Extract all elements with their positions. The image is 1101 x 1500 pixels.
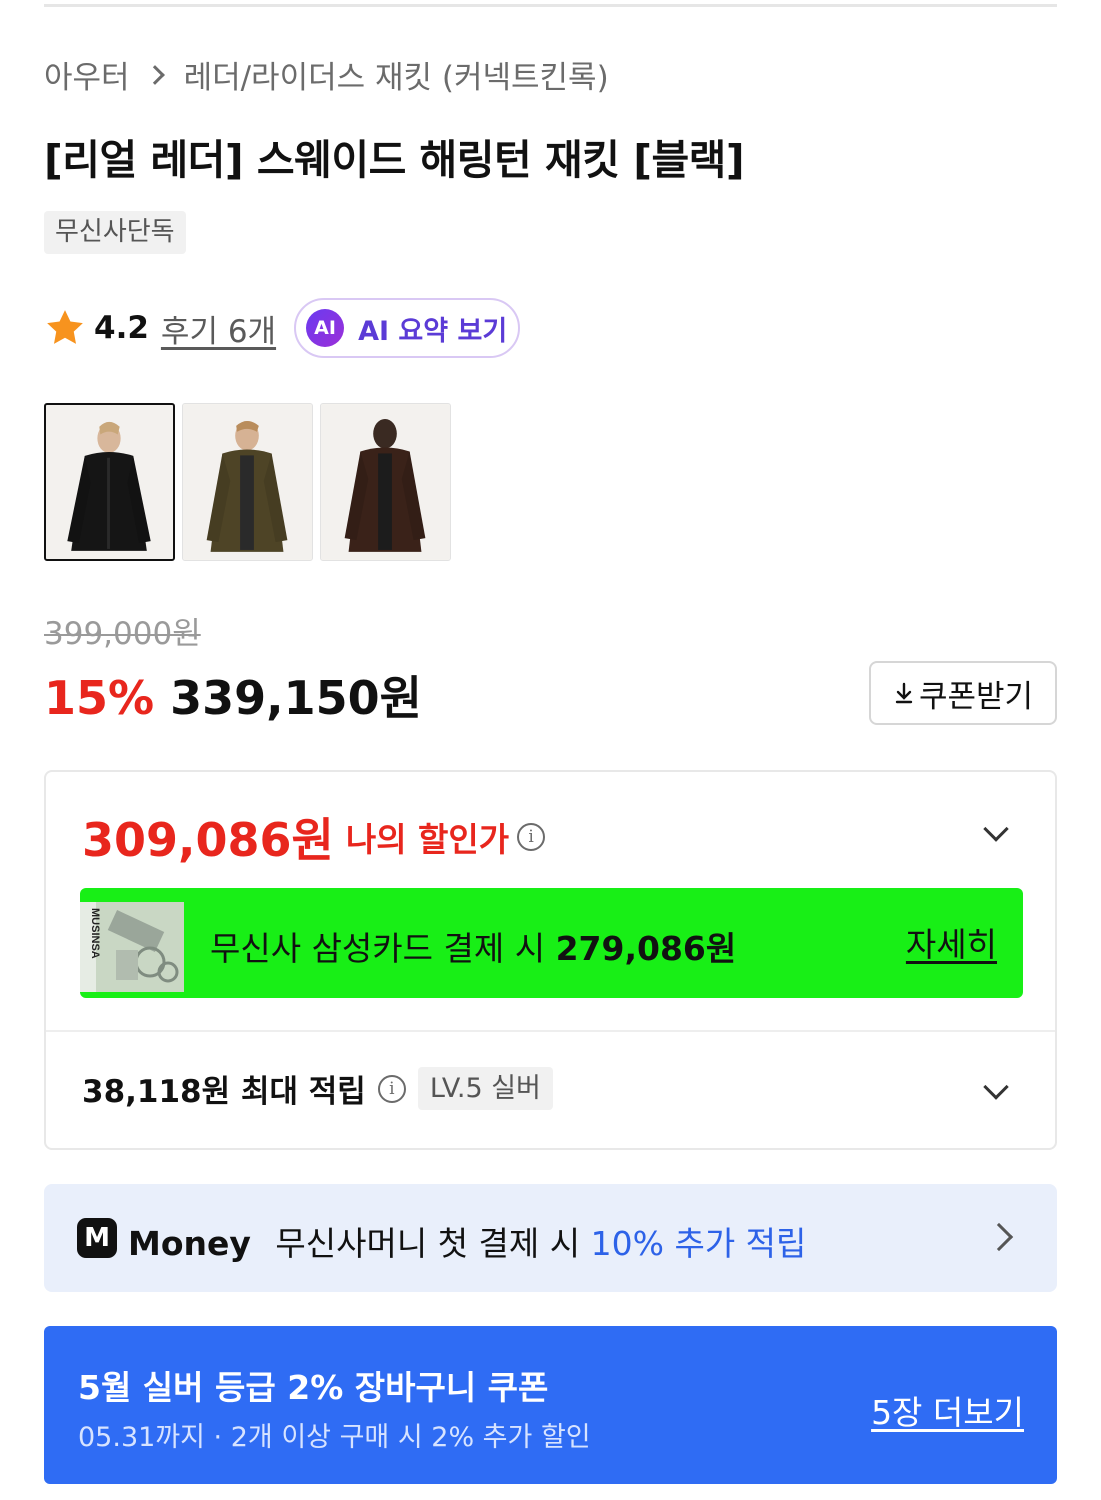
card-divider bbox=[46, 1030, 1055, 1032]
top-divider bbox=[44, 4, 1057, 7]
samsung-detail-link[interactable]: 자세히 bbox=[906, 918, 997, 966]
product-image-brown bbox=[321, 404, 450, 560]
chevron-right-icon bbox=[144, 64, 165, 85]
thumbnail-olive[interactable] bbox=[182, 403, 313, 561]
product-image-black bbox=[46, 405, 173, 559]
money-banner-text: Money 무신사머니 첫 결제 시 10% 추가 적립 bbox=[128, 1217, 806, 1265]
my-price-label: 나의 할인가 bbox=[345, 820, 510, 859]
samsung-card-price: 279,086원 bbox=[555, 929, 737, 968]
grade-coupon-title: 5월 실버 등급 2% 장바구니 쿠폰 bbox=[78, 1368, 549, 1407]
samsung-card-label: 무신사 삼성카드 결제 시 bbox=[210, 929, 546, 968]
money-logo-icon: M bbox=[77, 1218, 117, 1258]
points-chevron-down-icon[interactable] bbox=[983, 1074, 1009, 1100]
ai-badge-icon: AI bbox=[306, 309, 345, 347]
musinsa-card-image: MUSINSA bbox=[80, 902, 184, 992]
discount-rate: 15% bbox=[44, 671, 155, 725]
coupon-download-label: 쿠폰받기 bbox=[918, 678, 1034, 715]
sale-price-row: 15% 339,150원 bbox=[44, 662, 422, 728]
samsung-card-banner[interactable]: MUSINSA 무신사 삼성카드 결제 시 279,086원 자세히 bbox=[80, 888, 1023, 998]
breadcrumb-category[interactable]: 아우터 bbox=[44, 52, 130, 97]
thumbnail-brown[interactable] bbox=[320, 403, 451, 561]
reviews-link[interactable]: 후기 6개 bbox=[161, 306, 276, 351]
points-info-icon[interactable]: i bbox=[377, 1074, 406, 1103]
breadcrumb-subcategory[interactable]: 레더/라이더스 재킷 (커넥트킨록) bbox=[184, 52, 609, 97]
product-title: [리얼 레더] 스웨이드 해링턴 재킷 [블랙] bbox=[44, 136, 745, 184]
sale-price: 339,150원 bbox=[170, 671, 422, 725]
card-brand-text: MUSINSA bbox=[89, 908, 101, 959]
money-brand: Money bbox=[128, 1224, 251, 1263]
coupon-download-button[interactable]: 쿠폰받기 bbox=[869, 661, 1057, 725]
my-price-card: 309,086원 나의 할인가 i MUSINSA 무신사 삼성카드 결제 시 … bbox=[44, 770, 1057, 1150]
rating-value: 4.2 bbox=[94, 310, 149, 346]
max-points-text: 38,118원 최대 적립 bbox=[82, 1074, 366, 1110]
rating-row: 4.2 후기 6개 AI AI 요약 보기 bbox=[44, 298, 521, 358]
ai-summary-label: AI 요약 보기 bbox=[358, 315, 508, 347]
thumbnail-list bbox=[44, 403, 451, 561]
grade-coupon-banner[interactable]: 5월 실버 등급 2% 장바구니 쿠폰 05.31까지 · 2개 이상 구매 시… bbox=[44, 1326, 1057, 1484]
my-price-row[interactable]: 309,086원 나의 할인가 i bbox=[82, 804, 546, 870]
breadcrumb: 아우터 레더/라이더스 재킷 (커넥트킨록) bbox=[44, 52, 609, 97]
ai-summary-button[interactable]: AI AI 요약 보기 bbox=[294, 298, 521, 358]
product-image-olive bbox=[183, 404, 312, 560]
money-banner-highlight: 10% 추가 적립 bbox=[590, 1224, 807, 1263]
thumbnail-black[interactable] bbox=[44, 403, 175, 561]
star-icon bbox=[47, 310, 83, 344]
original-price: 399,000원 bbox=[44, 616, 201, 652]
chevron-right-icon bbox=[984, 1222, 1014, 1252]
my-price: 309,086원 bbox=[82, 813, 334, 867]
points-row[interactable]: 38,118원 최대 적립 i LV.5 실버 bbox=[82, 1066, 553, 1111]
money-banner-label: 무신사머니 첫 결제 시 bbox=[275, 1224, 581, 1263]
grade-coupon-subtitle: 05.31까지 · 2개 이상 구매 시 2% 추가 할인 bbox=[78, 1422, 591, 1453]
info-icon[interactable]: i bbox=[517, 823, 546, 851]
exclusive-badge: 무신사단독 bbox=[44, 211, 186, 254]
samsung-card-text: 무신사 삼성카드 결제 시 279,086원 bbox=[210, 922, 736, 970]
chevron-down-icon[interactable] bbox=[983, 816, 1009, 842]
musinsa-money-banner[interactable]: M Money 무신사머니 첫 결제 시 10% 추가 적립 bbox=[44, 1184, 1057, 1292]
member-level-badge: LV.5 실버 bbox=[417, 1067, 553, 1110]
download-icon bbox=[895, 682, 913, 704]
more-coupons-link[interactable]: 5장 더보기 bbox=[871, 1386, 1024, 1434]
